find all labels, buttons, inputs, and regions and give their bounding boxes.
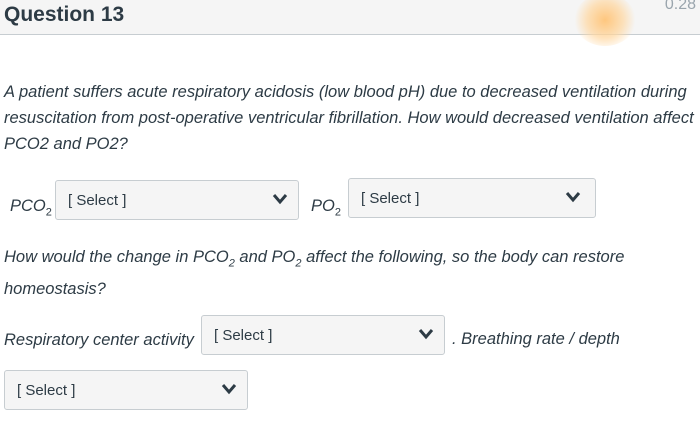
- pco2-select-value: [ Select ]: [68, 192, 127, 209]
- question-prompt: A patient suffers acute respiratory acid…: [4, 83, 694, 153]
- respiratory-center-select[interactable]: [ Select ]: [201, 315, 445, 355]
- pco2-label: PCO2: [10, 197, 52, 219]
- po2-label: PO2: [311, 197, 341, 219]
- question-header: Question 13 0.28: [0, 0, 700, 46]
- question-title: Question 13: [4, 3, 125, 26]
- respiratory-center-select-value: [ Select ]: [214, 327, 273, 344]
- chevron-down-icon: [221, 384, 237, 395]
- po2-select[interactable]: [ Select ]: [348, 178, 596, 218]
- followup-prompt: How would the change in PCO2 and PO2 aff…: [4, 248, 625, 299]
- chevron-down-icon: [418, 329, 434, 340]
- respiratory-center-label: Respiratory center activity: [4, 331, 194, 349]
- breathing-rate-select[interactable]: [ Select ]: [4, 370, 248, 410]
- question-points: 0.28: [664, 0, 696, 13]
- chevron-down-icon: [565, 192, 581, 203]
- breathing-rate-select-value: [ Select ]: [17, 382, 76, 399]
- light-glare: [574, 0, 636, 46]
- pco2-select[interactable]: [ Select ]: [55, 180, 299, 220]
- chevron-down-icon: [272, 194, 288, 205]
- po2-select-value: [ Select ]: [361, 190, 420, 207]
- breathing-rate-label: . Breathing rate / depth: [452, 330, 620, 348]
